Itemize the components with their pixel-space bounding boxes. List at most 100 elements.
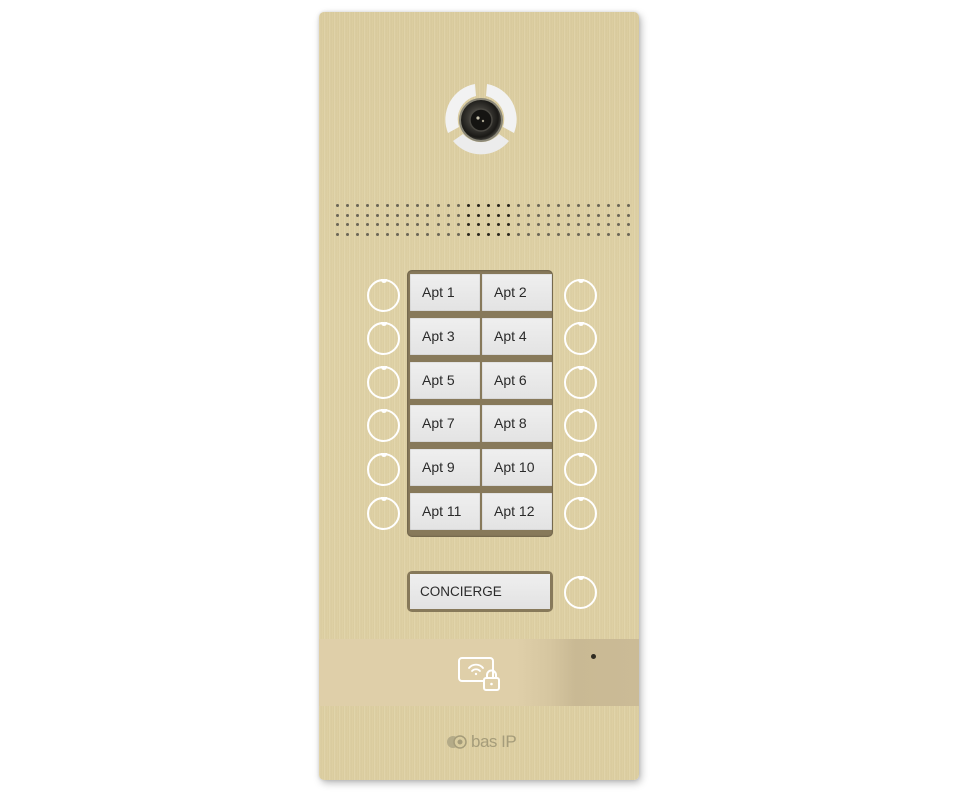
- speaker-hole: [627, 223, 631, 226]
- apartment-label[interactable]: Apt 8: [482, 405, 552, 442]
- speaker-hole: [466, 204, 470, 207]
- call-button-apt-9[interactable]: [367, 453, 400, 486]
- speaker-hole: [506, 223, 510, 226]
- speaker-hole: [577, 204, 581, 207]
- call-button-apt-6[interactable]: [564, 366, 597, 399]
- speaker-hole: [406, 223, 410, 226]
- speaker-hole: [476, 233, 480, 236]
- call-button-apt-11[interactable]: [367, 497, 400, 530]
- call-button-concierge[interactable]: [564, 576, 597, 609]
- speaker-hole: [436, 223, 440, 226]
- speaker-hole: [577, 233, 581, 236]
- speaker-hole: [627, 204, 631, 207]
- speaker-hole: [426, 204, 430, 207]
- speaker-hole: [547, 233, 551, 236]
- speaker-hole: [336, 223, 339, 226]
- speaker-hole: [486, 214, 490, 217]
- speaker-hole: [526, 204, 530, 207]
- speaker-hole: [346, 223, 350, 226]
- speaker-hole: [547, 214, 551, 217]
- speaker-grille: [319, 12, 639, 272]
- speaker-hole: [366, 214, 370, 217]
- speaker-hole: [446, 214, 450, 217]
- apartment-label[interactable]: Apt 10: [482, 449, 552, 486]
- speaker-hole: [386, 233, 390, 236]
- speaker-hole: [466, 223, 470, 226]
- apartment-label[interactable]: Apt 9: [410, 449, 480, 486]
- speaker-hole: [617, 204, 621, 207]
- call-button-apt-2[interactable]: [564, 279, 597, 312]
- speaker-hole: [336, 233, 339, 236]
- call-button-apt-1[interactable]: [367, 279, 400, 312]
- speaker-hole: [496, 223, 500, 226]
- speaker-hole: [506, 233, 510, 236]
- speaker-hole: [426, 214, 430, 217]
- speaker-hole: [537, 233, 540, 236]
- speaker-hole: [376, 204, 380, 207]
- speaker-hole: [436, 204, 440, 207]
- apartment-label[interactable]: Apt 4: [482, 318, 552, 355]
- bas-ip-logo-icon: [447, 735, 467, 749]
- speaker-hole: [346, 214, 350, 217]
- speaker-hole: [416, 214, 420, 217]
- apartment-label[interactable]: Apt 3: [410, 318, 480, 355]
- apartment-label[interactable]: Apt 7: [410, 405, 480, 442]
- speaker-hole: [376, 214, 380, 217]
- speaker-hole: [617, 233, 621, 236]
- speaker-hole: [526, 223, 530, 226]
- speaker-hole: [406, 214, 410, 217]
- apartment-label[interactable]: Apt 11: [410, 493, 480, 530]
- call-button-apt-12[interactable]: [564, 497, 597, 530]
- speaker-hole: [446, 204, 450, 207]
- speaker-hole: [486, 233, 490, 236]
- speaker-hole: [376, 223, 380, 226]
- speaker-hole: [627, 214, 631, 217]
- speaker-hole: [376, 233, 380, 236]
- speaker-hole: [617, 223, 621, 226]
- brand-name: bas IP: [471, 732, 517, 751]
- speaker-hole: [567, 204, 571, 207]
- speaker-hole: [496, 204, 500, 207]
- speaker-hole: [456, 233, 460, 236]
- speaker-hole: [366, 233, 370, 236]
- concierge-label[interactable]: CONCIERGE: [410, 574, 550, 609]
- call-button-apt-8[interactable]: [564, 409, 597, 442]
- speaker-hole: [336, 204, 339, 207]
- apartment-label[interactable]: Apt 6: [482, 362, 552, 399]
- speaker-hole: [607, 223, 611, 226]
- speaker-hole: [346, 204, 350, 207]
- speaker-hole: [537, 223, 540, 226]
- apartment-label[interactable]: Apt 1: [410, 274, 480, 311]
- speaker-hole: [386, 204, 390, 207]
- call-button-apt-10[interactable]: [564, 453, 597, 486]
- speaker-hole: [627, 233, 631, 236]
- speaker-hole: [577, 214, 581, 217]
- apartment-label[interactable]: Apt 5: [410, 362, 480, 399]
- speaker-hole: [386, 223, 390, 226]
- speaker-hole: [557, 214, 561, 217]
- speaker-hole: [547, 204, 551, 207]
- speaker-hole: [366, 223, 370, 226]
- speaker-hole: [547, 223, 551, 226]
- apartment-label[interactable]: Apt 2: [482, 274, 552, 311]
- brand-logo: bas IP: [446, 732, 517, 752]
- speaker-hole: [587, 204, 591, 207]
- speaker-hole: [537, 204, 540, 207]
- speaker-hole: [526, 233, 530, 236]
- speaker-hole: [516, 233, 520, 236]
- speaker-hole: [456, 214, 460, 217]
- call-button-apt-4[interactable]: [564, 322, 597, 355]
- speaker-hole: [486, 223, 490, 226]
- microphone-icon: [591, 654, 596, 659]
- speaker-hole: [406, 204, 410, 207]
- call-button-apt-3[interactable]: [367, 322, 400, 355]
- apartment-label[interactable]: Apt 12: [482, 493, 552, 530]
- speaker-hole: [567, 223, 571, 226]
- speaker-hole: [587, 223, 591, 226]
- speaker-hole: [557, 233, 561, 236]
- call-button-apt-7[interactable]: [367, 409, 400, 442]
- call-button-apt-5[interactable]: [367, 366, 400, 399]
- speaker-hole: [496, 233, 500, 236]
- speaker-hole: [506, 214, 510, 217]
- card-reader-area[interactable]: [319, 639, 639, 706]
